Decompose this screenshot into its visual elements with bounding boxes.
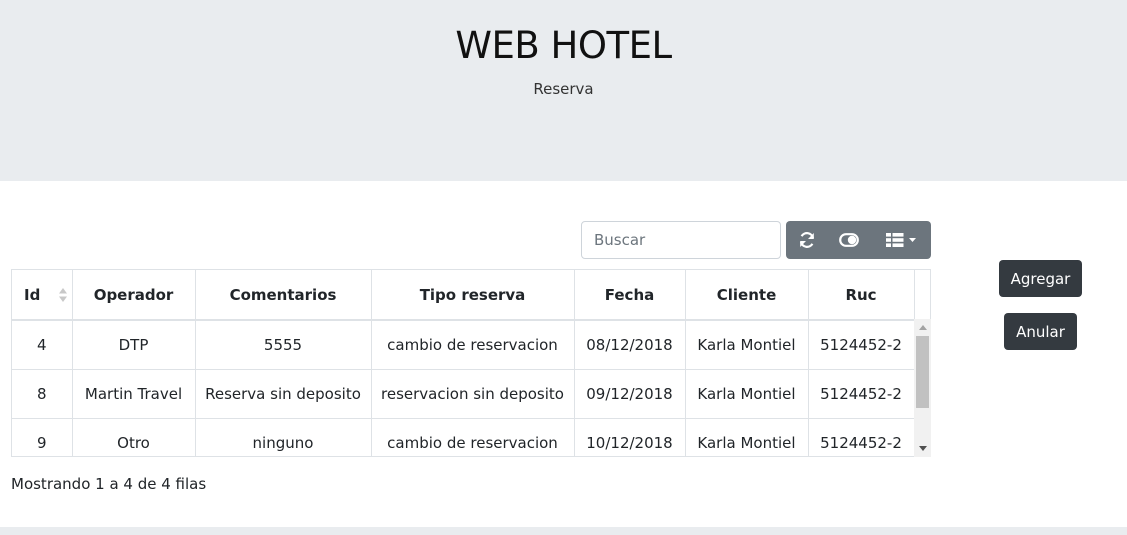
column-header-id[interactable]: Id: [12, 270, 73, 321]
table-header-row: Id Operador Comentarios Tipo reserva Fec…: [12, 270, 915, 321]
column-header-comentarios[interactable]: Comentarios: [195, 270, 372, 321]
cell-tipo-reserva: reservacion sin deposito: [371, 369, 575, 419]
cell-fecha: 09/12/2018: [574, 369, 686, 419]
footer-strip: [0, 527, 1127, 535]
cell-cliente: Karla Montiel: [685, 369, 809, 419]
cell-comentarios: Reserva sin deposito: [195, 369, 372, 419]
cell-tipo-reserva: cambio de reservacion: [371, 320, 575, 370]
page-title: WEB HOTEL: [455, 24, 672, 67]
cell-id: 4: [12, 320, 73, 370]
scroll-thumb[interactable]: [916, 336, 929, 408]
scroll-down-arrow-icon[interactable]: [914, 440, 931, 457]
columns-dropdown-button[interactable]: [870, 221, 931, 259]
toggle-icon: [839, 233, 859, 247]
cell-ruc: 5124452-2: [808, 320, 915, 370]
cell-cliente: Karla Montiel: [685, 418, 809, 456]
toggle-view-button[interactable]: [828, 221, 870, 259]
cell-operador: Martin Travel: [72, 369, 196, 419]
cell-fecha: 08/12/2018: [574, 320, 686, 370]
page-subtitle: Reserva: [533, 80, 594, 98]
pagination-info: Mostrando 1 a 4 de 4 filas: [11, 475, 207, 493]
table-row[interactable]: 9 Otro ninguno cambio de reservacion 10/…: [12, 418, 915, 456]
refresh-icon: [798, 231, 816, 249]
cell-tipo-reserva: cambio de reservacion: [371, 418, 575, 456]
add-button[interactable]: Agregar: [999, 260, 1082, 297]
cell-fecha: 10/12/2018: [574, 418, 686, 456]
scroll-up-arrow-icon[interactable]: [914, 319, 931, 336]
cell-ruc: 5124452-2: [808, 369, 915, 419]
cell-comentarios: 5555: [195, 320, 372, 370]
column-header-tipo-reserva[interactable]: Tipo reserva: [371, 270, 575, 321]
refresh-button[interactable]: [786, 221, 828, 259]
table-row[interactable]: 4 DTP 5555 cambio de reservacion 08/12/2…: [12, 320, 915, 370]
cell-id: 9: [12, 418, 73, 456]
column-header-operador[interactable]: Operador: [72, 270, 196, 321]
cell-operador: DTP: [72, 320, 196, 370]
page-header: WEB HOTEL Reserva: [0, 0, 1127, 181]
cell-id: 8: [12, 369, 73, 419]
search-input[interactable]: [581, 221, 781, 259]
cell-comentarios: ninguno: [195, 418, 372, 456]
cell-cliente: Karla Montiel: [685, 320, 809, 370]
sort-icon: [58, 287, 68, 303]
columns-icon: [885, 232, 916, 248]
column-header-cliente[interactable]: Cliente: [685, 270, 809, 321]
column-header-ruc[interactable]: Ruc: [808, 270, 915, 321]
table-toolbar: [786, 221, 931, 259]
reservations-table: Id Operador Comentarios Tipo reserva Fec…: [11, 269, 931, 457]
table-row[interactable]: 8 Martin Travel Reserva sin deposito res…: [12, 369, 915, 419]
column-header-fecha[interactable]: Fecha: [574, 270, 686, 321]
cancel-button[interactable]: Anular: [1004, 313, 1077, 350]
cell-ruc: 5124452-2: [808, 418, 915, 456]
table-scrollbar[interactable]: [914, 319, 931, 457]
cell-operador: Otro: [72, 418, 196, 456]
